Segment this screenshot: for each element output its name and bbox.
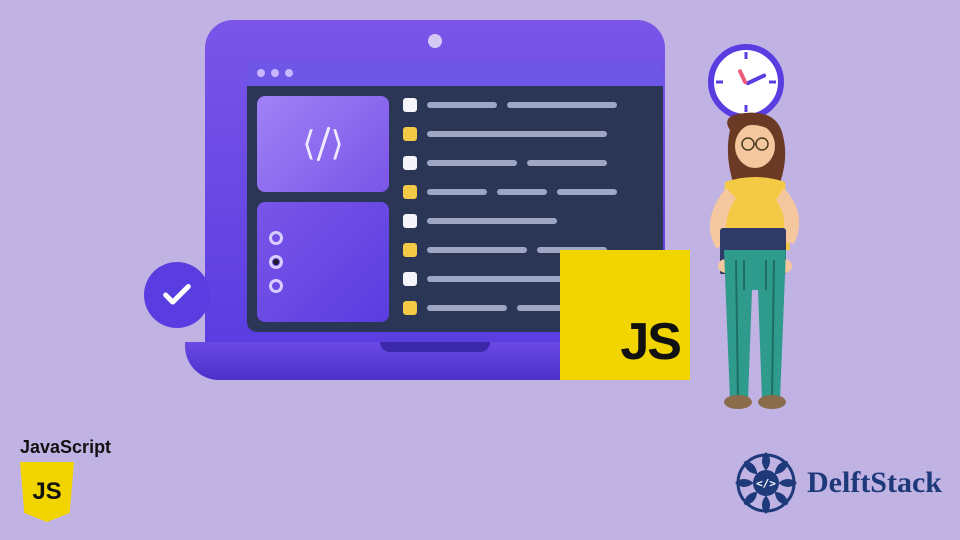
check-icon (160, 278, 194, 312)
javascript-label: JavaScript (20, 437, 111, 458)
radio-icon (269, 231, 283, 245)
line-placeholder (427, 160, 517, 166)
svg-text:</>: </> (756, 477, 776, 490)
line-placeholder (527, 160, 607, 166)
js-badge: JS (560, 250, 690, 380)
line-placeholder (427, 305, 507, 311)
bullet-square (403, 98, 417, 112)
code-line (403, 98, 649, 112)
traffic-light-dot (257, 69, 265, 77)
code-line (403, 185, 649, 199)
clock-icon (708, 44, 784, 120)
webcam-dot (428, 34, 442, 48)
code-line (403, 127, 649, 141)
checkmark-badge (144, 262, 210, 328)
line-placeholder (427, 218, 557, 224)
line-placeholder (507, 102, 617, 108)
line-placeholder (497, 189, 547, 195)
traffic-light-dot (271, 69, 279, 77)
line-placeholder (427, 131, 607, 137)
js-shield-text: JS (32, 478, 61, 506)
code-card: ⟨ ⟩ (257, 96, 389, 192)
line-placeholder (427, 189, 487, 195)
code-line (403, 156, 649, 170)
bullet-square (403, 301, 417, 315)
line-placeholder (427, 247, 527, 253)
js-shield-icon: JS (20, 462, 74, 522)
code-brackets-icon: ⟨ ⟩ (302, 126, 344, 162)
delftstack-logo-icon: </> (733, 450, 799, 516)
js-badge-text: JS (620, 312, 680, 372)
traffic-light-dot (285, 69, 293, 77)
radio-selected-icon (269, 255, 283, 269)
bullet-square (403, 185, 417, 199)
bullet-square (403, 243, 417, 257)
laptop-trackpad-lip (380, 342, 490, 352)
radio-icon (269, 279, 283, 293)
line-placeholder (427, 276, 577, 282)
radio-row (269, 255, 293, 269)
code-line (403, 214, 649, 228)
radio-row (269, 231, 293, 245)
delftstack-name: DelftStack (807, 466, 942, 500)
person-illustration (690, 110, 820, 410)
radio-list-card (257, 202, 389, 322)
window-titlebar (247, 60, 663, 86)
bullet-square (403, 272, 417, 286)
line-placeholder (427, 102, 497, 108)
bullet-square (403, 156, 417, 170)
radio-row (269, 279, 293, 293)
javascript-corner-logo: JavaScript JS (20, 437, 111, 522)
bullet-square (403, 127, 417, 141)
line-placeholder (557, 189, 617, 195)
delftstack-brand: </> DelftStack (733, 450, 942, 516)
bullet-square (403, 214, 417, 228)
left-panel: ⟨ ⟩ (247, 86, 397, 332)
